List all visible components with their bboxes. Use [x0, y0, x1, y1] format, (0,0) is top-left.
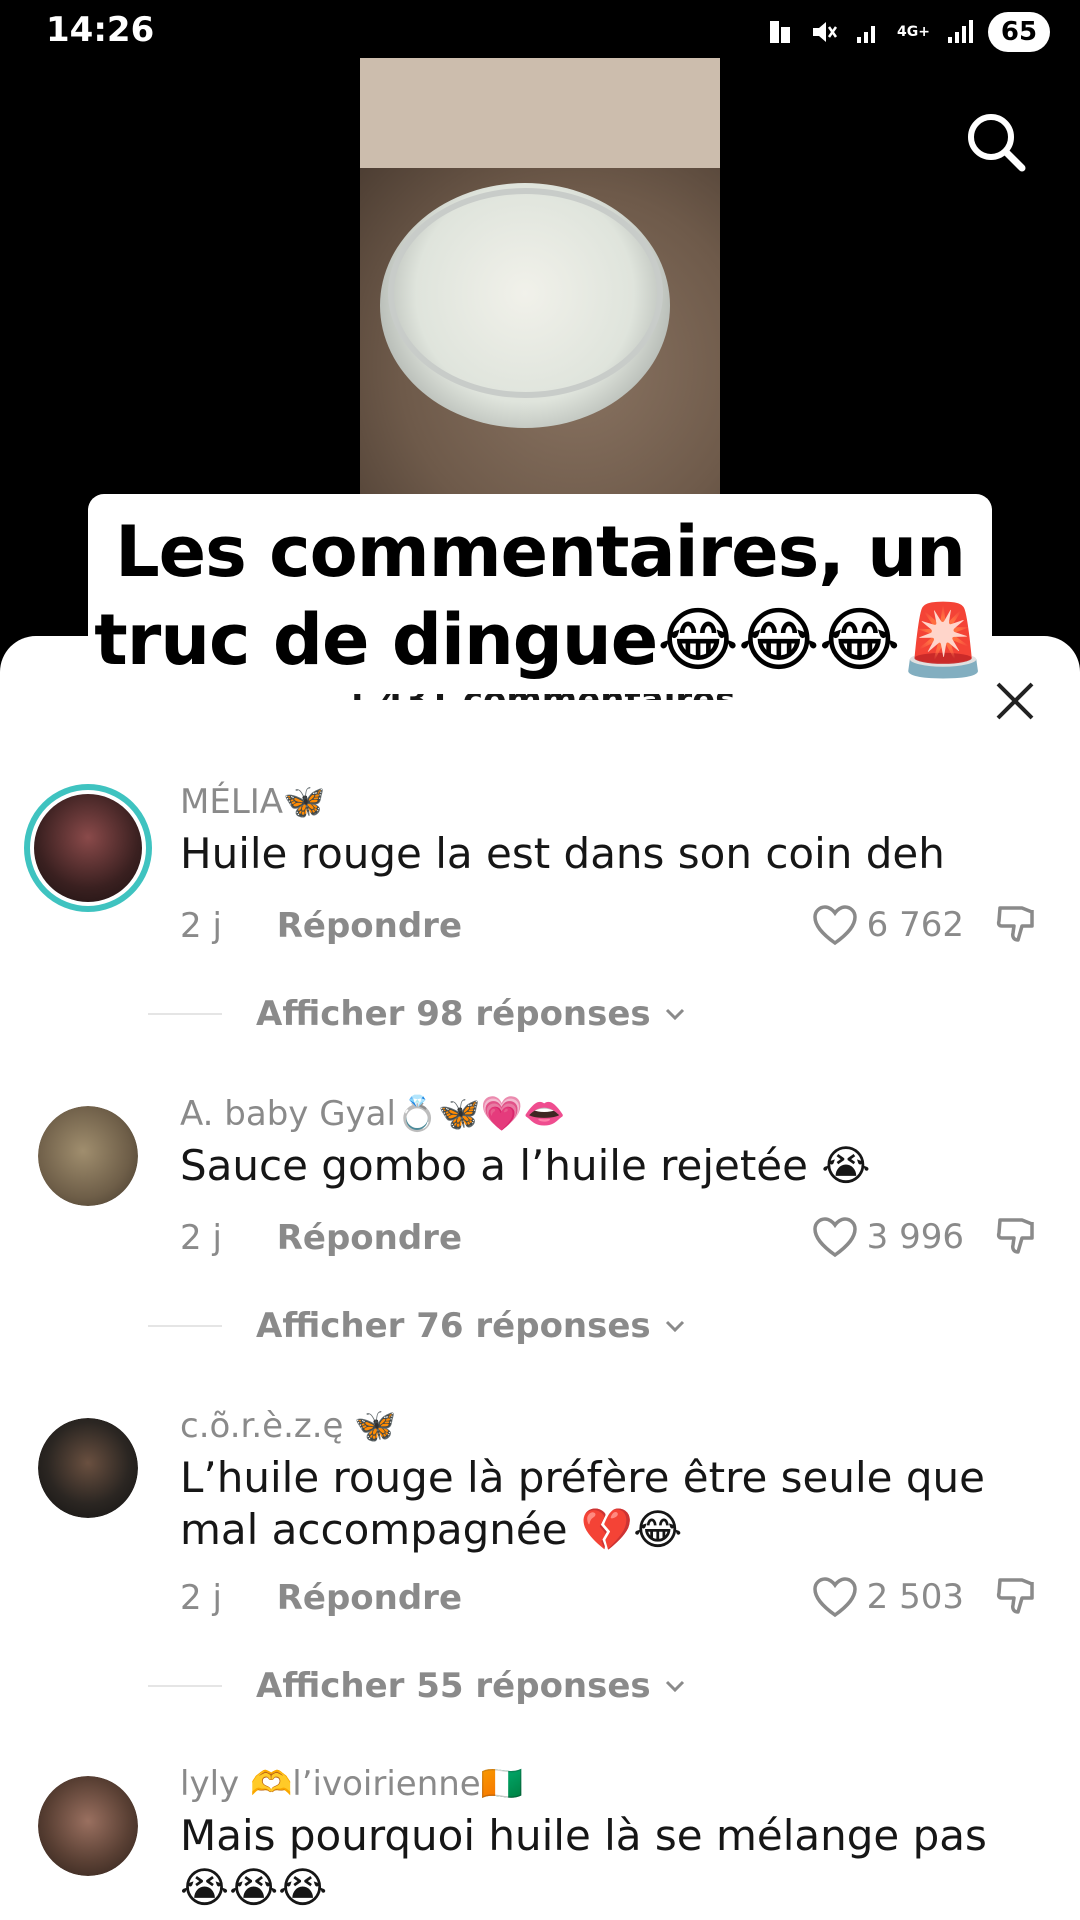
network-type: 4G+: [897, 24, 930, 40]
comment-age: 2 j: [180, 1218, 222, 1258]
comment-username[interactable]: lyly 🫶l’ivoirienne🇨🇮: [180, 1764, 523, 1804]
cooking-pot-rim: [388, 188, 663, 398]
chevron-down-icon: [665, 1320, 684, 1333]
heart-icon[interactable]: [811, 1215, 859, 1259]
comment-meta: 2 j Répondre: [180, 1578, 462, 1618]
status-time: 14:26: [46, 10, 155, 50]
avatar[interactable]: [38, 1106, 138, 1206]
reply-button[interactable]: Répondre: [277, 1578, 462, 1618]
avatar[interactable]: [38, 1776, 138, 1876]
video-frame[interactable]: [360, 58, 720, 498]
caption-line-1: Les commentaires, un: [115, 511, 966, 593]
comment-text: L’huile rouge là préfère être seule que …: [180, 1453, 985, 1554]
caption-overlay: Les commentaires, un truc de dingue😂😂😂🚨: [88, 494, 992, 694]
comment-item: lyly 🫶l’ivoirienne🇨🇮 Mais pourquoi huile…: [0, 1764, 1080, 1920]
heart-icon[interactable]: [811, 1575, 859, 1619]
close-icon[interactable]: [992, 678, 1038, 724]
thumbs-down-icon[interactable]: [994, 902, 1040, 948]
search-icon[interactable]: [962, 108, 1030, 176]
show-replies-label: Afficher 55 réponses: [256, 1666, 651, 1706]
show-replies-link[interactable]: Afficher 55 réponses: [148, 1666, 687, 1706]
comment-text: Sauce gombo a l’huile rejetée 😭: [180, 1141, 871, 1190]
divider: [148, 1685, 222, 1687]
avatar-image: [38, 1106, 138, 1206]
nfc-icon: [770, 21, 791, 43]
comment-item: c.õ.r.è.z.ę 🦋 L’huile rouge là préfère ê…: [0, 1406, 1080, 1776]
thumbs-down-icon[interactable]: [994, 1574, 1040, 1620]
show-replies-label: Afficher 98 réponses: [256, 994, 651, 1034]
like-count: 2 503: [866, 1577, 964, 1617]
caption-line-2: truc de dingue😂😂😂🚨: [94, 599, 987, 681]
status-bar: 14:26 4G+ 65: [0, 0, 1080, 64]
video-background-wall: [360, 58, 720, 168]
status-icons: 4G+ 65: [765, 12, 1050, 52]
thumbs-down-icon[interactable]: [994, 1214, 1040, 1260]
comment-text: Mais pourquoi huile là se mélange pas 😭😭…: [180, 1811, 987, 1912]
reply-button[interactable]: Répondre: [277, 1218, 462, 1258]
reply-button[interactable]: Répondre: [277, 906, 462, 946]
comment-meta: 2 j Répondre: [180, 1218, 462, 1258]
signal-icon: [857, 26, 876, 43]
divider: [148, 1325, 222, 1327]
avatar-image: [34, 794, 142, 902]
like-count: 6 762: [866, 905, 964, 945]
comment-text: Huile rouge la est dans son coin deh: [180, 829, 945, 878]
comment-reactions: 2 503: [811, 1574, 1040, 1620]
comment-username[interactable]: A. baby Gyal💍🦋💗👄: [180, 1094, 565, 1134]
comment-meta: 2 j Répondre: [180, 906, 462, 946]
show-replies-link[interactable]: Afficher 76 réponses: [148, 1306, 687, 1346]
comment-username[interactable]: MÉLIA🦋: [180, 782, 325, 822]
show-replies-link[interactable]: Afficher 98 réponses: [148, 994, 687, 1034]
comment-item: A. baby Gyal💍🦋💗👄 Sauce gombo a l’huile r…: [0, 1094, 1080, 1414]
comment-item: MÉLIA🦋 Huile rouge la est dans son coin …: [0, 782, 1080, 1102]
chevron-down-icon: [665, 1008, 684, 1021]
comments-sheet: 1 431 commentaires MÉLIA🦋 Huile rouge la…: [0, 636, 1080, 1920]
comment-username[interactable]: c.õ.r.è.z.ę 🦋: [180, 1406, 397, 1446]
avatar[interactable]: [24, 784, 152, 912]
mute-icon: [813, 22, 838, 42]
avatar[interactable]: [38, 1418, 138, 1518]
heart-icon[interactable]: [811, 903, 859, 947]
like-count: 3 996: [866, 1217, 964, 1257]
comment-age: 2 j: [180, 906, 222, 946]
show-replies-label: Afficher 76 réponses: [256, 1306, 651, 1346]
avatar-image: [38, 1418, 138, 1518]
screen: 14:26 4G+ 65 Les commentaires, un truc d…: [0, 0, 1080, 1920]
signal-icon-2: [948, 20, 973, 43]
divider: [148, 1013, 222, 1015]
comment-reactions: 6 762: [811, 902, 1040, 948]
comment-age: 2 j: [180, 1578, 222, 1618]
battery-indicator: 65: [988, 12, 1050, 52]
chevron-down-icon: [665, 1680, 684, 1693]
avatar-image: [38, 1776, 138, 1876]
comment-reactions: 3 996: [811, 1214, 1040, 1260]
